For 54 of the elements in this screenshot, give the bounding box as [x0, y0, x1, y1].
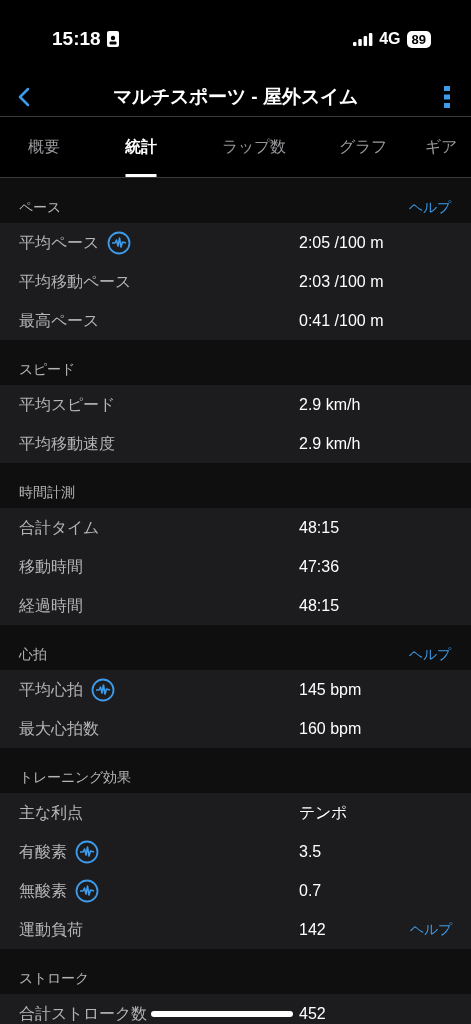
- battery-icon: 89: [406, 30, 431, 48]
- stat-label: 移動時間: [19, 556, 83, 577]
- help-link[interactable]: ヘルプ: [410, 919, 452, 940]
- activity-info-icon[interactable]: [91, 677, 115, 702]
- section-title: ストローク: [19, 969, 89, 988]
- id-card-icon: [106, 31, 119, 47]
- stat-label: 無酸素: [19, 880, 67, 901]
- stat-label: 平均ペース: [19, 232, 99, 253]
- stat-label: 運動負荷: [19, 919, 83, 940]
- tab[interactable]: 概要: [0, 117, 88, 177]
- help-link[interactable]: ヘルプ: [409, 644, 452, 665]
- stat-label: 合計ストローク数: [19, 1003, 147, 1024]
- tab[interactable]: 統計: [88, 117, 193, 177]
- stat-value: 145 bpm: [299, 679, 363, 700]
- tab[interactable]: グラフ: [315, 117, 411, 177]
- section-title: ペース: [19, 198, 61, 217]
- tab[interactable]: ラップ数: [193, 117, 315, 177]
- signal-icon: [353, 32, 374, 46]
- stat-value: テンポ: [299, 802, 348, 823]
- activity-info-icon[interactable]: [75, 839, 99, 864]
- stat-value: 142: [299, 919, 327, 940]
- status-time: 15:18: [52, 26, 101, 51]
- stat-value: 0:41 /100 m: [299, 310, 385, 331]
- stat-value: 0.7: [299, 880, 323, 901]
- section-title: 心拍: [19, 645, 47, 664]
- stat-value: 3.5: [299, 841, 323, 862]
- stat-label: 最高ペース: [19, 310, 99, 331]
- stat-label: 合計タイム: [19, 517, 99, 538]
- stat-label: 平均心拍: [19, 679, 83, 700]
- stat-value: 2:05 /100 m: [299, 232, 385, 253]
- stat-label: 主な利点: [19, 802, 83, 823]
- stat-label: 経過時間: [19, 595, 83, 616]
- activity-info-icon[interactable]: [75, 878, 99, 903]
- stat-value: 48:15: [299, 595, 341, 616]
- stat-label: 最大心拍数: [19, 718, 99, 739]
- stat-value: 48:15: [299, 517, 341, 538]
- section-title: 時間計測: [19, 483, 75, 502]
- activity-info-icon[interactable]: [107, 230, 131, 255]
- stat-label: 平均スピード: [19, 394, 115, 415]
- stat-label: 平均移動ペース: [19, 271, 131, 292]
- screen-title: マルチスポーツ - 屋外スイム: [113, 84, 358, 109]
- section-title: トレーニング効果: [19, 768, 131, 787]
- network-label: 4G: [379, 29, 401, 49]
- stat-value: 2:03 /100 m: [299, 271, 385, 292]
- section-title: スピード: [19, 360, 75, 379]
- tab[interactable]: ギア: [411, 117, 471, 177]
- stat-value: 160 bpm: [299, 718, 363, 739]
- stat-label: 有酸素: [19, 841, 67, 862]
- stat-label: 平均移動速度: [19, 433, 115, 454]
- stat-value: 452: [299, 1003, 327, 1024]
- stat-value: 2.9 km/h: [299, 394, 362, 415]
- stat-value: 47:36: [299, 556, 341, 577]
- stat-value: 2.9 km/h: [299, 433, 362, 454]
- help-link[interactable]: ヘルプ: [409, 197, 452, 218]
